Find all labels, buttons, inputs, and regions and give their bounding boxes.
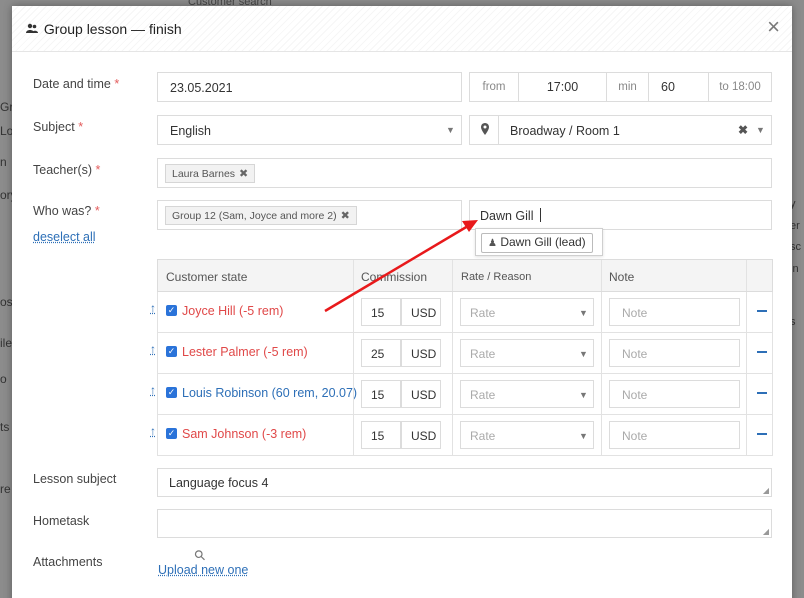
annotation-arrow-head (462, 220, 478, 232)
annotation-arrow (324, 220, 478, 313)
annotation-arrow-line (324, 224, 469, 313)
